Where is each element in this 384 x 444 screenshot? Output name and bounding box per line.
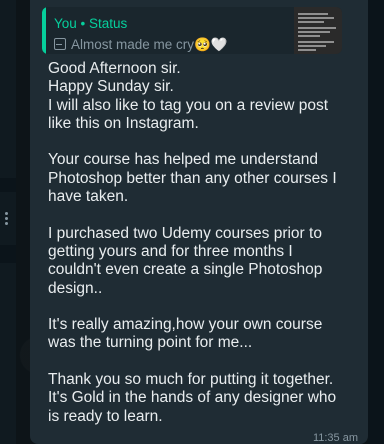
image-icon bbox=[54, 38, 66, 50]
message-time: 11:35 am bbox=[312, 432, 358, 444]
quote-accent-bar bbox=[42, 7, 46, 54]
quote-status-line: Almost made me cry🥺🤍 bbox=[54, 37, 228, 53]
message-bubble[interactable]: You • Status Almost made me cry🥺🤍 Good A… bbox=[30, 0, 368, 444]
quote-sender: You • Status bbox=[54, 16, 128, 31]
quote-status-text: Almost made me cry🥺🤍 bbox=[71, 37, 228, 52]
quoted-status[interactable]: You • Status Almost made me cry🥺🤍 bbox=[42, 7, 342, 54]
status-thumbnail bbox=[294, 7, 342, 54]
right-edge bbox=[368, 0, 384, 444]
previous-message-strip bbox=[0, 0, 16, 444]
message-text: Good Afternoon sir. Happy Sunday sir. I … bbox=[48, 60, 337, 425]
more-options-icon[interactable] bbox=[5, 212, 9, 226]
